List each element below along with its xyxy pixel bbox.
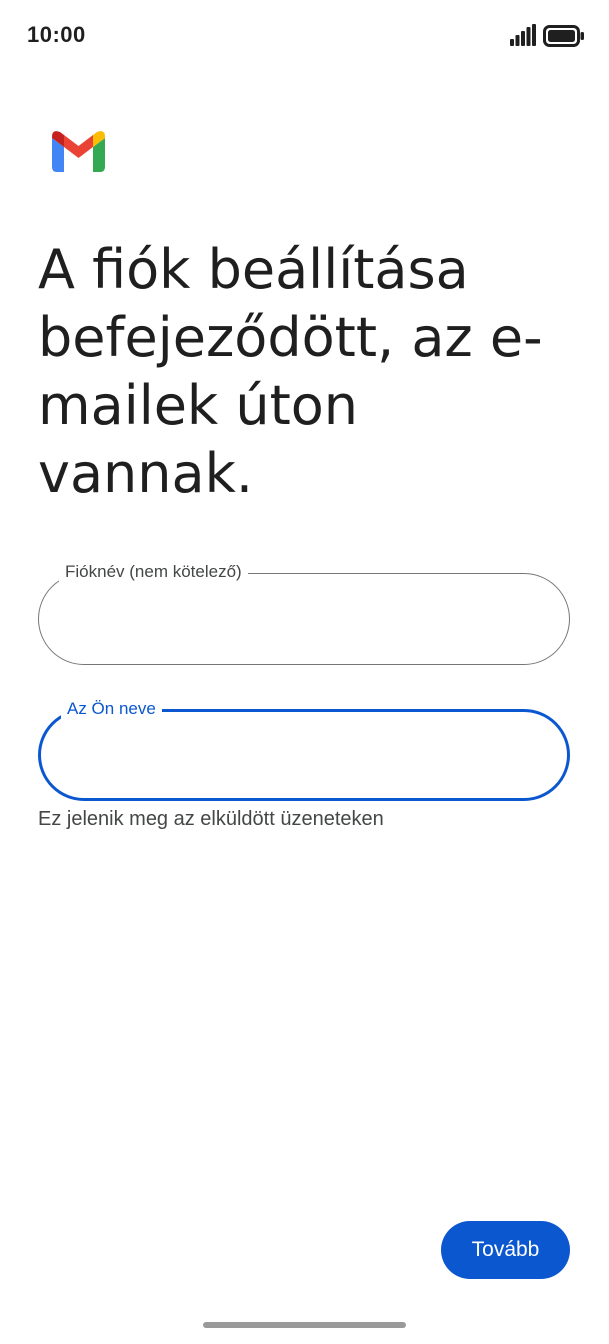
next-button[interactable]: Tovább — [441, 1221, 570, 1279]
battery-icon — [543, 25, 584, 47]
signal-icon — [510, 24, 536, 46]
account-name-label: Fióknév (nem kötelező) — [59, 562, 248, 582]
account-name-field[interactable]: Fióknév (nem kötelező) — [38, 562, 570, 665]
your-name-field[interactable]: Az Ön neve — [38, 699, 570, 801]
page-title: A fiók beállítása befejeződött, az e-mai… — [38, 238, 543, 505]
status-bar: 10:00 — [0, 0, 609, 72]
your-name-input[interactable] — [65, 738, 549, 776]
home-indicator[interactable] — [203, 1322, 406, 1328]
your-name-label: Az Ön neve — [61, 699, 162, 719]
gmail-logo — [52, 131, 105, 172]
account-name-input[interactable] — [63, 600, 547, 638]
your-name-helper-text: Ez jelenik meg az elküldött üzeneteken — [38, 808, 384, 830]
status-time: 10:00 — [27, 22, 86, 47]
